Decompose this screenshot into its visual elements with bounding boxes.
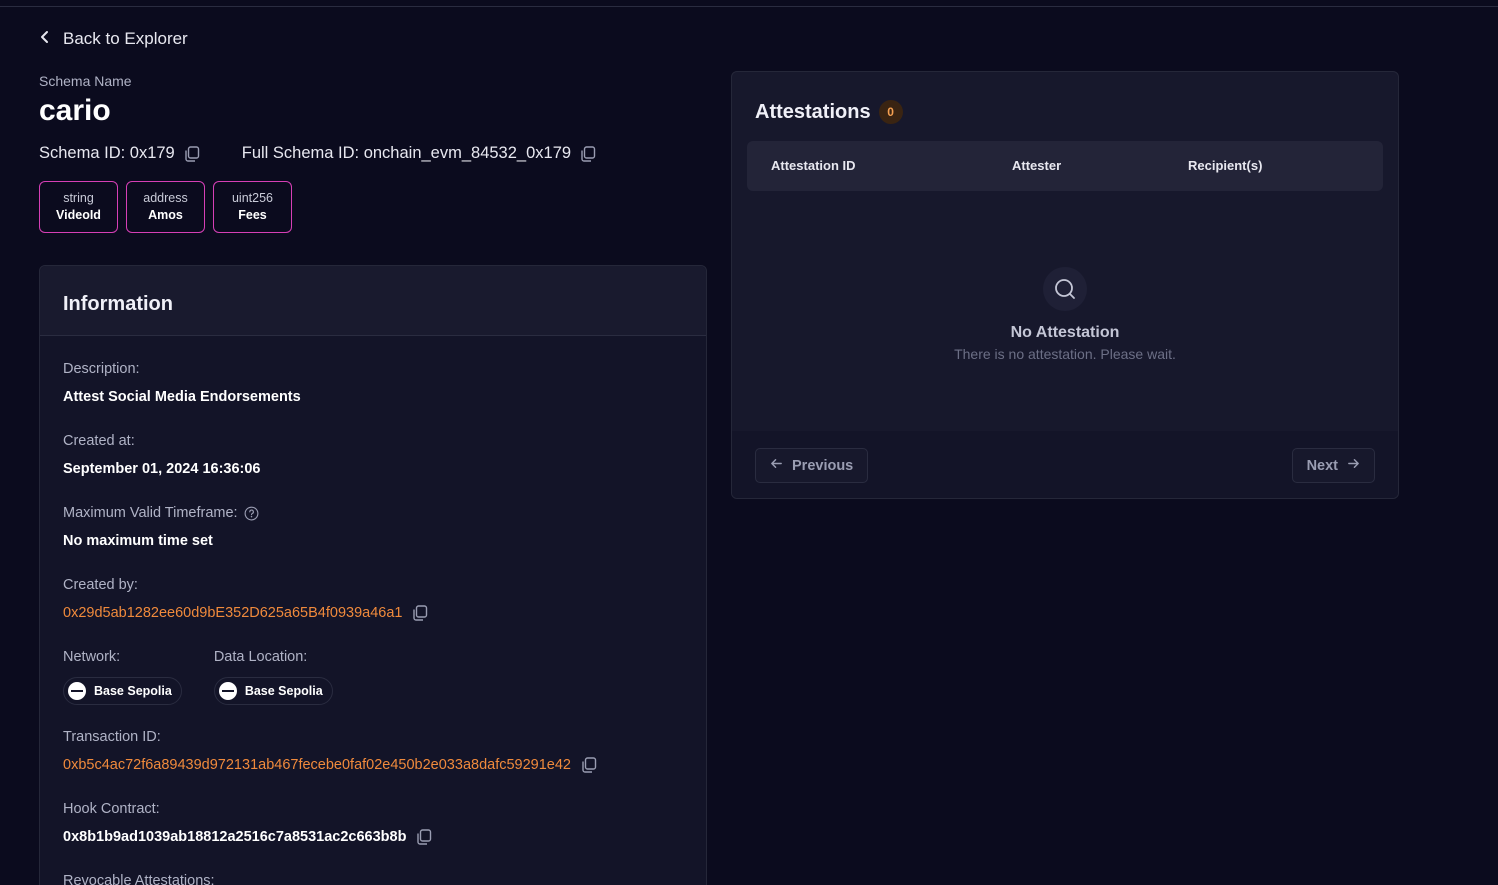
full-schema-id: Full Schema ID: onchain_evm_84532_0x179 <box>241 144 572 162</box>
hook-contract-label: Hook Contract: <box>63 801 160 817</box>
created-at-label: Created at: <box>63 433 135 449</box>
schema-name-label: Schema Name <box>39 73 132 89</box>
data-location-column: Data Location: Base Sepolia <box>213 649 333 705</box>
schema-field-chip: address Amos <box>126 181 205 233</box>
chevron-left-icon <box>39 29 51 49</box>
next-button[interactable]: Next <box>1291 448 1375 483</box>
back-to-explorer-link[interactable]: Back to Explorer <box>39 29 188 49</box>
schema-id: Schema ID: 0x179 <box>39 144 175 162</box>
created-at-field: Created at: September 01, 2024 16:36:06 <box>63 433 261 477</box>
max-timeframe-label-row: Maximum Valid Timeframe: <box>63 505 259 521</box>
schema-title: cario <box>39 94 111 127</box>
column-header: Attester <box>1012 158 1062 173</box>
hook-contract-field: Hook Contract: 0x8b1b9ad1039ab18812a2516… <box>63 801 432 845</box>
attestations-panel: Attestations 0 Attestation ID Attester R… <box>731 71 1399 499</box>
attestations-title: Attestations <box>755 100 871 123</box>
field-type: string <box>63 191 94 205</box>
data-location-label: Data Location: <box>213 649 308 665</box>
attestations-table-header: Attestation ID Attester Recipient(s) <box>747 141 1383 191</box>
network-row: Network: Base Sepolia Data Location: Bas… <box>63 649 333 705</box>
transaction-id-link[interactable]: 0xb5c4ac72f6a89439d972131ab467fecebe0faf… <box>63 757 571 773</box>
copy-icon[interactable] <box>580 145 596 162</box>
base-network-icon <box>218 682 237 700</box>
empty-title: No Attestation <box>1010 324 1120 341</box>
arrow-left-icon <box>770 457 783 474</box>
transaction-id-label: Transaction ID: <box>63 729 161 745</box>
search-icon <box>1043 267 1087 311</box>
created-by-address-link[interactable]: 0x29d5ab1282ee60d9bE352D625a65B4f0939a46… <box>63 605 402 621</box>
schema-field-chip: string VideoId <box>39 181 118 233</box>
attestations-count-badge: 0 <box>878 100 903 124</box>
information-panel: Information Description: Attest Social M… <box>39 265 707 885</box>
created-at-value: September 01, 2024 16:36:06 <box>63 461 261 477</box>
schema-field-chip: uint256 Fees <box>213 181 292 233</box>
description-label: Description: <box>63 361 140 377</box>
schema-fields: string VideoId address Amos uint256 Fees <box>39 181 292 233</box>
max-timeframe-label: Maximum Valid Timeframe: <box>63 505 238 521</box>
copy-icon[interactable] <box>412 605 428 621</box>
network-label: Network: <box>63 649 121 665</box>
column-header: Recipient(s) <box>1188 158 1263 173</box>
hook-contract-value: 0x8b1b9ad1039ab18812a2516c7a8531ac2c663b… <box>63 829 407 845</box>
field-type: uint256 <box>231 191 273 205</box>
arrow-right-icon <box>1347 457 1360 474</box>
max-timeframe-value: No maximum time set <box>63 533 213 549</box>
network-field: Network: Base Sepolia Data Location: Bas… <box>63 649 333 705</box>
previous-label: Previous <box>792 457 854 474</box>
column-header: Attestation ID <box>771 158 856 173</box>
created-by-row: 0x29d5ab1282ee60d9bE352D625a65B4f0939a46… <box>63 605 428 621</box>
back-label: Back to Explorer <box>63 29 188 48</box>
created-by-field: Created by: 0x29d5ab1282ee60d9bE352D625a… <box>63 577 428 621</box>
description-field: Description: Attest Social Media Endorse… <box>63 361 301 405</box>
field-type: address <box>143 191 188 205</box>
transaction-id-row: 0xb5c4ac72f6a89439d972131ab467fecebe0faf… <box>63 757 597 773</box>
max-timeframe-field: Maximum Valid Timeframe: No maximum time… <box>63 505 259 549</box>
information-title: Information <box>63 293 173 315</box>
next-label: Next <box>1306 457 1338 474</box>
previous-button[interactable]: Previous <box>755 448 869 483</box>
field-name: Amos <box>148 208 183 222</box>
copy-icon[interactable] <box>581 757 597 773</box>
created-by-label: Created by: <box>63 577 138 593</box>
copy-icon[interactable] <box>416 829 432 845</box>
description-value: Attest Social Media Endorsements <box>63 389 301 405</box>
base-network-icon <box>68 682 86 700</box>
field-name: VideoId <box>56 208 101 222</box>
network-value: Base Sepolia <box>94 684 172 698</box>
empty-subtitle: There is no attestation. Please wait. <box>954 346 1176 362</box>
help-icon[interactable] <box>244 506 259 521</box>
copy-icon[interactable] <box>184 145 200 162</box>
revocable-field: Revocable Attestations: <box>63 873 215 885</box>
revocable-label: Revocable Attestations: <box>63 873 215 885</box>
empty-state: No Attestation There is no attestation. … <box>732 267 1398 362</box>
information-header: Information <box>40 266 706 336</box>
network-column: Network: Base Sepolia <box>63 649 182 705</box>
pagination-bar: Previous Next <box>732 431 1398 498</box>
schema-ids: Schema ID: 0x179 Full Schema ID: onchain… <box>39 144 596 163</box>
transaction-id-field: Transaction ID: 0xb5c4ac72f6a89439d97213… <box>63 729 597 773</box>
data-location-pill: Base Sepolia <box>213 677 333 705</box>
field-name: Fees <box>238 208 267 222</box>
top-border <box>0 0 1498 7</box>
data-location-value: Base Sepolia <box>244 684 323 698</box>
hook-contract-row: 0x8b1b9ad1039ab18812a2516c7a8531ac2c663b… <box>63 829 432 845</box>
network-pill: Base Sepolia <box>63 677 182 705</box>
attestations-header: Attestations 0 <box>755 100 903 124</box>
